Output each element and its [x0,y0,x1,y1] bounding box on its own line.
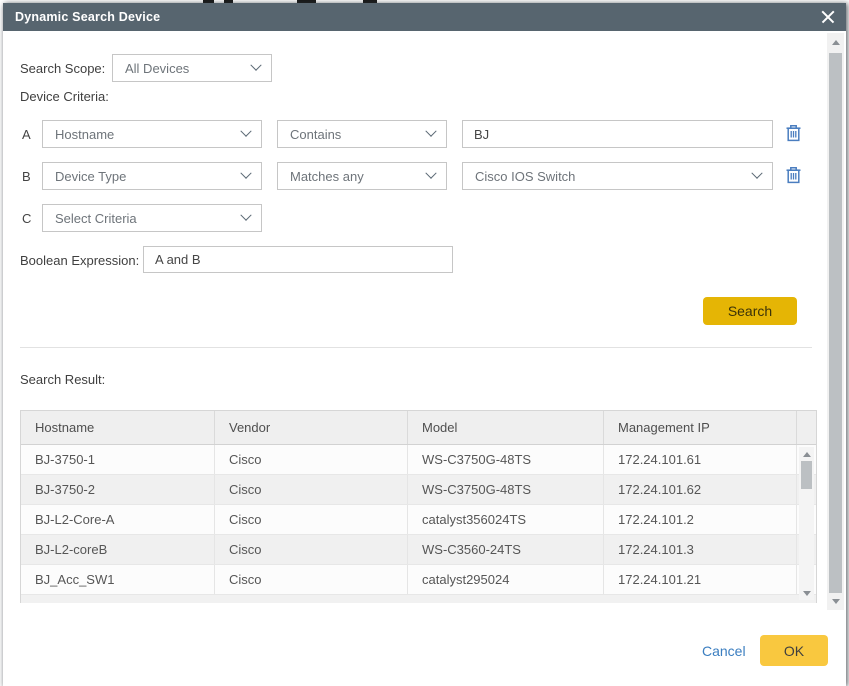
chevron-down-icon [250,60,261,71]
table-header-row: Hostname Vendor Model Management IP [21,411,816,445]
boolean-expression-label: Boolean Expression: [20,253,139,268]
search-result-label: Search Result: [20,372,105,387]
cell-model: catalyst295024 [408,565,604,594]
cell-hostname: BJ_Acc_SW1 [21,565,215,594]
criteria-b-operator-select[interactable]: Matches any [277,162,447,190]
cell-hostname: BJ-L2-Core-A [21,505,215,534]
criteria-row-letter: B [22,169,31,184]
cell-vendor: Cisco [215,535,408,564]
trash-icon[interactable] [785,166,802,184]
table-row[interactable]: BJ-L2-Core-A Cisco catalyst356024TS 172.… [21,505,816,535]
scroll-down-icon[interactable] [827,594,844,608]
cancel-button[interactable]: Cancel [702,643,746,659]
table-scrollbar[interactable] [799,447,814,600]
cell-vendor: Cisco [215,565,408,594]
criteria-row-letter: A [22,127,31,142]
cell-management-ip: 172.24.101.62 [604,475,797,504]
search-scope-value: All Devices [125,61,189,76]
cell-management-ip: 172.24.101.3 [604,535,797,564]
cell-hostname: BJ-L2-coreB [21,535,215,564]
section-divider [20,347,812,348]
scroll-down-icon[interactable] [799,586,814,600]
chevron-down-icon [425,126,436,137]
criteria-row-letter: C [22,211,31,226]
boolean-expression-input[interactable] [143,246,453,273]
column-header-hostname[interactable]: Hostname [21,411,215,444]
chevron-down-icon [425,168,436,179]
cell-hostname: BJ-3750-2 [21,475,215,504]
table-row[interactable]: BJ-3750-2 Cisco WS-C3750G-48TS 172.24.10… [21,475,816,505]
cell-model: WS-C3560-24TS [408,535,604,564]
search-result-table: Hostname Vendor Model Management IP BJ-3… [20,410,817,603]
cell-model: WS-C3750G-48TS [408,445,604,474]
criteria-c-field-value: Select Criteria [55,211,137,226]
criteria-a-operator-value: Contains [290,127,341,142]
dialog-header: Dynamic Search Device [3,3,846,31]
criteria-a-operator-select[interactable]: Contains [277,120,447,148]
column-header-filler [797,411,816,444]
chevron-down-icon [751,168,762,179]
cell-model: catalyst356024TS [408,505,604,534]
cell-management-ip: 172.24.101.2 [604,505,797,534]
dynamic-search-device-dialog: Dynamic Search Device Search Scope: All … [3,3,846,686]
table-body: BJ-3750-1 Cisco WS-C3750G-48TS 172.24.10… [21,445,816,603]
cell-model: WS-C3750G-48TS [408,475,604,504]
close-icon[interactable] [821,10,835,24]
chevron-down-icon [240,126,251,137]
dialog-scrollbar-thumb[interactable] [829,53,842,593]
cell-management-ip: 172.24.101.21 [604,565,797,594]
criteria-b-field-select[interactable]: Device Type [42,162,262,190]
criteria-a-field-select[interactable]: Hostname [42,120,262,148]
trash-icon[interactable] [785,124,802,142]
criteria-c-field-select[interactable]: Select Criteria [42,204,262,232]
criteria-b-value-select[interactable]: Cisco IOS Switch [462,162,773,190]
column-header-management-ip[interactable]: Management IP [604,411,797,444]
cell-management-ip: 172.24.101.61 [604,445,797,474]
cell-vendor: Cisco [215,445,408,474]
scroll-up-icon[interactable] [799,447,814,461]
column-header-model[interactable]: Model [408,411,604,444]
table-row[interactable]: BJ-L2-coreB Cisco WS-C3560-24TS 172.24.1… [21,535,816,565]
criteria-b-field-value: Device Type [55,169,126,184]
cell-vendor: Cisco [215,475,408,504]
search-scope-select[interactable]: All Devices [112,54,272,82]
device-criteria-label: Device Criteria: [20,89,109,104]
chevron-down-icon [240,168,251,179]
table-scrollbar-thumb[interactable] [801,461,812,489]
criteria-b-value: Cisco IOS Switch [475,169,575,184]
scroll-up-icon[interactable] [827,35,844,49]
chevron-down-icon [240,210,251,221]
column-header-vendor[interactable]: Vendor [215,411,408,444]
criteria-b-operator-value: Matches any [290,169,364,184]
criteria-a-value-input[interactable] [462,120,773,148]
cell-vendor: Cisco [215,505,408,534]
table-row[interactable]: BJ-3750-1 Cisco WS-C3750G-48TS 172.24.10… [21,445,816,475]
table-row-partial [21,595,816,603]
dialog-title: Dynamic Search Device [15,10,160,24]
search-button[interactable]: Search [703,297,797,325]
search-scope-label: Search Scope: [20,61,105,76]
ok-button[interactable]: OK [760,635,828,666]
dialog-scrollbar[interactable] [827,33,844,610]
table-row[interactable]: BJ_Acc_SW1 Cisco catalyst295024 172.24.1… [21,565,816,595]
cell-hostname: BJ-3750-1 [21,445,215,474]
criteria-a-field-value: Hostname [55,127,114,142]
